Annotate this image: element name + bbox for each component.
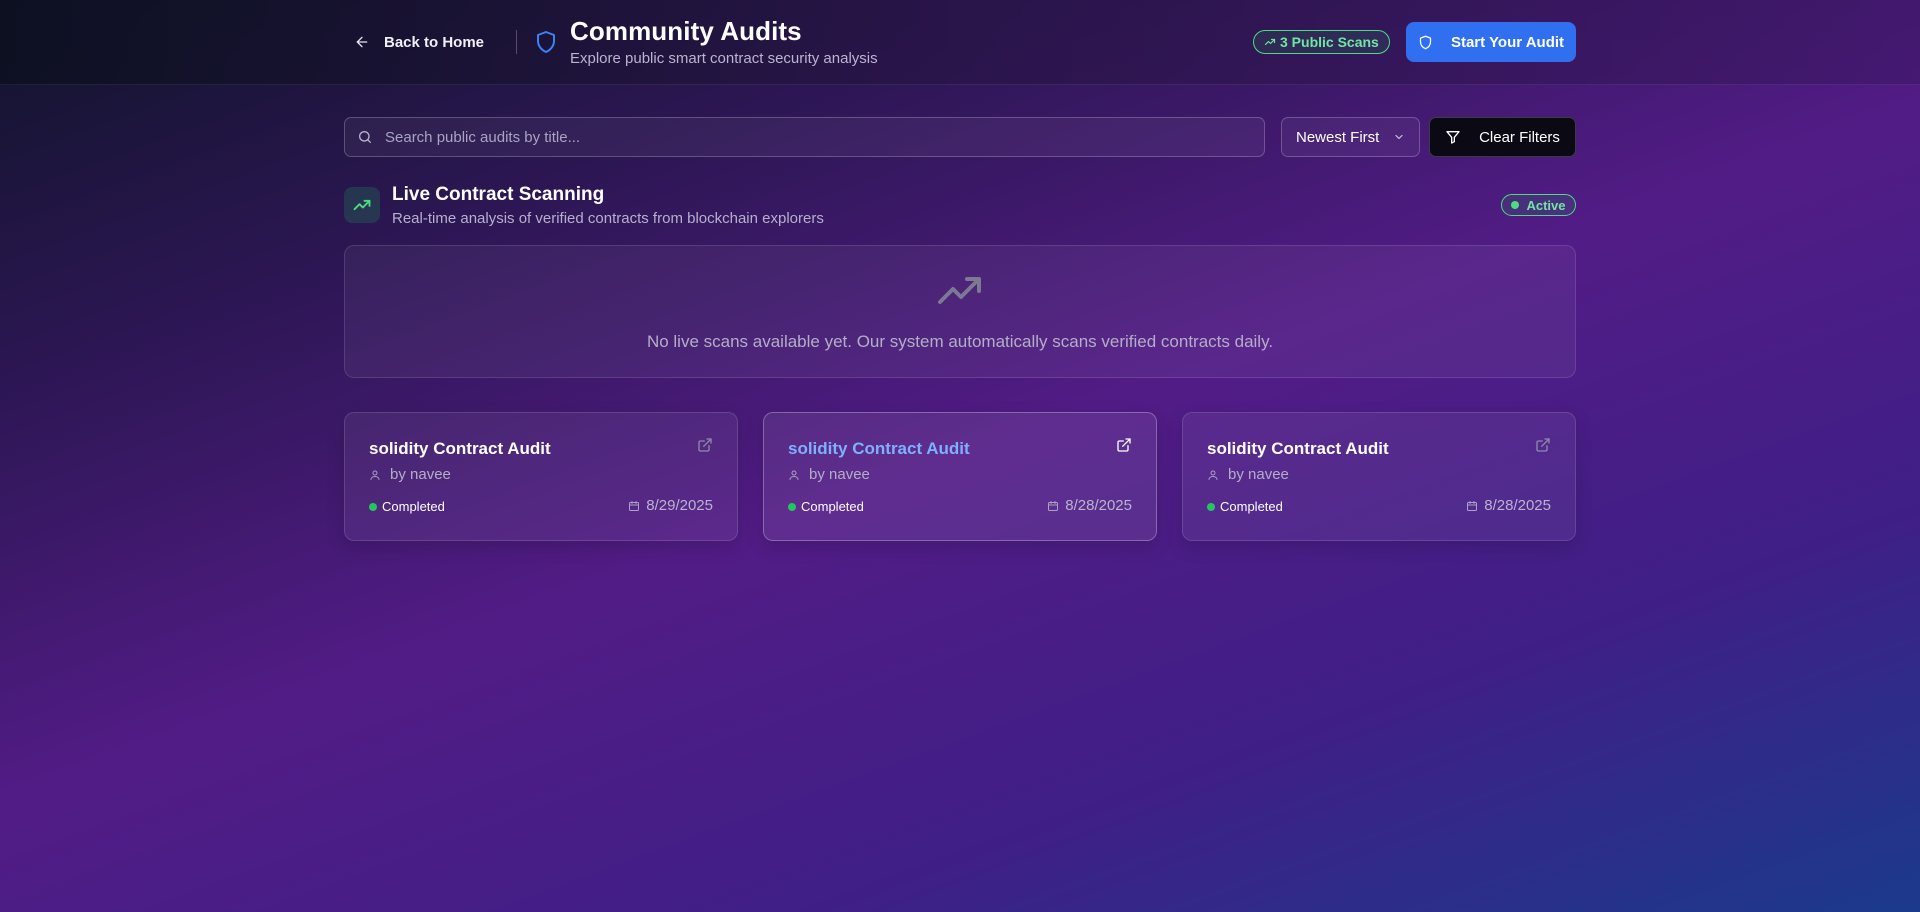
audit-card[interactable]: solidity Contract Audit by navee Complet… — [763, 412, 1157, 541]
audit-card-date-label: 8/28/2025 — [1484, 497, 1551, 514]
audit-card-status-label: Completed — [1220, 499, 1283, 514]
audit-card-title: solidity Contract Audit — [1207, 439, 1389, 458]
active-dot — [1511, 201, 1520, 209]
clear-filters-button[interactable]: Clear Filters — [1429, 117, 1576, 157]
sort-select[interactable]: Newest First — [1281, 117, 1420, 157]
audit-card-author: by navee — [1207, 466, 1289, 483]
live-scans-empty-panel: No live scans available yet. Our system … — [344, 245, 1576, 378]
start-audit-button[interactable]: Start Your Audit — [1406, 22, 1576, 62]
audit-card-author-label: by navee — [1228, 466, 1289, 483]
live-scanning-subtitle: Real-time analysis of verified contracts… — [392, 210, 824, 227]
arrow-left-icon — [356, 36, 368, 48]
audit-card-author-label: by navee — [390, 466, 451, 483]
shield-icon — [1419, 35, 1432, 49]
active-status-badge: Active — [1501, 194, 1576, 216]
status-dot — [788, 502, 796, 511]
trending-up-icon — [1264, 38, 1276, 46]
audit-card-author: by navee — [369, 466, 451, 483]
active-status-label: Active — [1526, 197, 1566, 213]
audit-card-title: solidity Contract Audit — [369, 439, 551, 458]
audit-card-date-label: 8/28/2025 — [1065, 497, 1132, 514]
audit-card-status: Completed — [1207, 499, 1283, 514]
calendar-icon — [1467, 500, 1478, 511]
status-dot — [1207, 502, 1215, 511]
external-link-icon[interactable] — [1116, 437, 1132, 453]
filter-icon — [1446, 131, 1460, 144]
live-scanning-title: Live Contract Scanning — [392, 184, 605, 205]
audit-card-date: 8/28/2025 — [1047, 497, 1132, 514]
back-to-home-button[interactable]: Back to Home — [344, 26, 494, 58]
page-title: Community Audits — [570, 16, 802, 46]
start-audit-label: Start Your Audit — [1450, 33, 1565, 51]
audit-card-date: 8/28/2025 — [1466, 497, 1551, 514]
page-subtitle: Explore public smart contract security a… — [570, 50, 878, 67]
external-link-icon[interactable] — [1535, 437, 1551, 453]
search-icon — [359, 131, 371, 143]
audit-card-date: 8/29/2025 — [628, 497, 713, 514]
clear-filters-label: Clear Filters — [1479, 128, 1560, 146]
audit-card-status: Completed — [788, 499, 864, 514]
trending-up-icon — [353, 199, 371, 211]
audit-card[interactable]: solidity Contract Audit by navee Complet… — [344, 412, 738, 541]
trending-up-icon — [938, 277, 981, 304]
calendar-icon — [629, 500, 640, 511]
empty-state-message: No live scans available yet. Our system … — [646, 332, 1274, 351]
status-dot — [369, 502, 377, 511]
header-divider — [516, 30, 517, 54]
external-link-icon[interactable] — [697, 437, 713, 453]
audit-card-status: Completed — [369, 499, 445, 514]
audit-card-title: solidity Contract Audit — [788, 439, 970, 458]
audit-card[interactable]: solidity Contract Audit by navee Complet… — [1182, 412, 1576, 541]
user-icon — [1208, 470, 1218, 480]
top-header: Back to Home Community Audits Explore pu… — [0, 0, 1920, 85]
search-input[interactable] — [385, 128, 1245, 146]
search-box — [344, 117, 1265, 157]
public-scans-badge: 3 Public Scans — [1253, 30, 1390, 54]
audit-card-date-label: 8/29/2025 — [646, 497, 713, 514]
calendar-icon — [1048, 500, 1059, 511]
sort-selected-value: Newest First — [1296, 128, 1380, 146]
back-to-home-label: Back to Home — [384, 33, 485, 51]
public-scans-label: 3 Public Scans — [1280, 34, 1379, 50]
shield-icon — [537, 31, 555, 53]
user-icon — [789, 470, 799, 480]
audit-card-author: by navee — [788, 466, 870, 483]
user-icon — [370, 470, 380, 480]
live-scanning-icon-box — [344, 187, 380, 223]
audit-card-status-label: Completed — [382, 499, 445, 514]
audit-card-author-label: by navee — [809, 466, 870, 483]
chevron-down-icon — [1395, 134, 1403, 140]
audit-card-status-label: Completed — [801, 499, 864, 514]
